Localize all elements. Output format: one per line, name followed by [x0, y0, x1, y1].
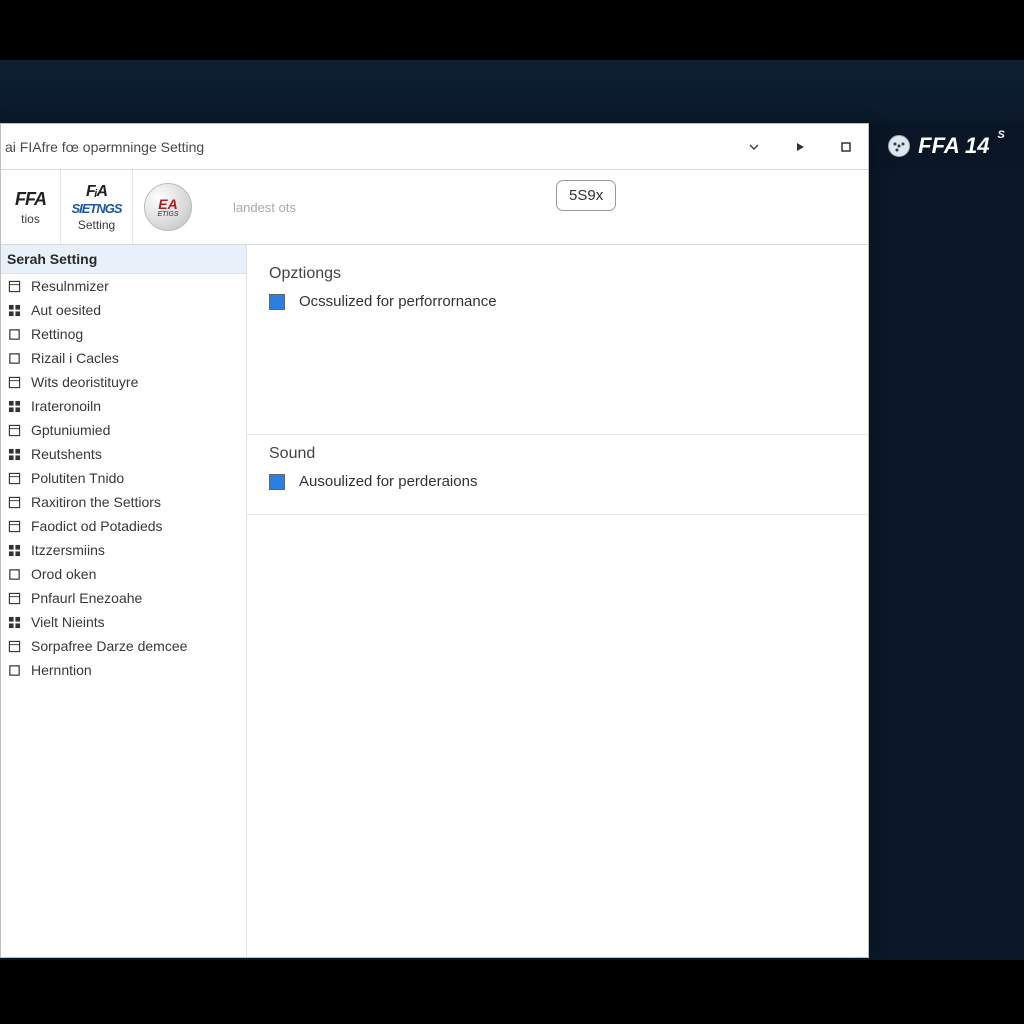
sidebar-item[interactable]: Itzzersmiins	[1, 538, 246, 562]
ea-logo-sub: ETIGS	[157, 211, 178, 218]
sidebar-item[interactable]: Pnfaurl Enezoahe	[1, 586, 246, 610]
checkbox-icon[interactable]	[269, 294, 285, 310]
sidebar-item[interactable]: Raxitiron the Settiors	[1, 490, 246, 514]
sidebar: Serah Setting Resulnmizer Aut oesited Rett…	[1, 245, 247, 957]
sidebar-item-label: Wits deoristituyre	[31, 372, 138, 392]
sidebar-item[interactable]: Gptuniumied	[1, 418, 246, 442]
sidebar-item-label: Aut oesited	[31, 300, 101, 320]
box-icon	[7, 279, 21, 293]
square-icon	[7, 567, 21, 581]
option-row[interactable]: Ausoulized for perderaions	[269, 473, 846, 490]
sidebar-item[interactable]: Polutiten Tnido	[1, 466, 246, 490]
sidebar-item[interactable]: Orod oken	[1, 562, 246, 586]
settings-window: ai FIAfre fœ opərmninge Setting FFA tios…	[0, 123, 869, 958]
ea-logo-text: EA	[157, 197, 178, 211]
square-icon	[7, 327, 21, 341]
sidebar-item-label: Rizail i Cacles	[31, 348, 119, 368]
box-icon	[7, 375, 21, 389]
sidebar-item[interactable]: Reutshents	[1, 442, 246, 466]
sidebar-item-label: Sorpafree Darze demcee	[31, 636, 187, 656]
header-tab-0[interactable]: FFA tios	[1, 170, 61, 244]
option-row[interactable]: Ocssulized for perforrornance	[269, 293, 846, 310]
section-options: Opztiongs Ocssulized for perforrornance	[247, 255, 868, 435]
header-tab-sub: tios	[21, 212, 40, 226]
sidebar-item-label: Itzzersmiins	[31, 540, 105, 560]
header-faint-label: landest ots	[233, 200, 296, 215]
grid-icon	[7, 447, 21, 461]
sidebar-item-label: Hernntion	[31, 660, 92, 680]
header-tab-big2: SIETNGS	[71, 201, 121, 216]
titlebar-maximize-button[interactable]	[832, 136, 860, 158]
sidebar-item-label: Reutshents	[31, 444, 102, 464]
titlebar-play-button[interactable]	[786, 136, 814, 158]
play-icon	[794, 141, 806, 153]
sidebar-item[interactable]: Vielt Nieints	[1, 610, 246, 634]
header-tab-sub: Setting	[78, 218, 115, 232]
sidebar-item[interactable]: Sorpafree Darze demcee	[1, 634, 246, 658]
header-right-area: landest ots	[203, 200, 868, 215]
header-tabs: FFA tios FᵢA SIETNGS Setting EA ETIGS la…	[1, 170, 868, 245]
box-icon	[7, 639, 21, 653]
sidebar-item[interactable]: Resulnmizer	[1, 274, 246, 298]
sidebar-item-label: Resulnmizer	[31, 276, 109, 296]
box-icon	[7, 591, 21, 605]
square-icon	[7, 351, 21, 365]
grid-icon	[7, 615, 21, 629]
header-tab-big: FFA	[15, 189, 46, 210]
sidebar-item[interactable]: Hernntion	[1, 658, 246, 682]
header-pill-value: 5S9x	[569, 187, 603, 204]
sidebar-item[interactable]: Irateronoiln	[1, 394, 246, 418]
square-icon	[7, 663, 21, 677]
window-titlebar: ai FIAfre fœ opərmninge Setting	[1, 124, 868, 170]
header-tab-1[interactable]: FᵢA SIETNGS Setting	[61, 170, 133, 244]
grid-icon	[7, 303, 21, 317]
grid-icon	[7, 399, 21, 413]
option-label: Ocssulized for perforrornance	[299, 293, 497, 310]
sidebar-item[interactable]: Rizail i Cacles	[1, 346, 246, 370]
brand-panel: FFA 14 S	[869, 123, 1024, 169]
main-panel: Opztiongs Ocssulized for perforrornance …	[247, 245, 868, 957]
ea-logo-icon: EA ETIGS	[144, 183, 192, 231]
sidebar-header[interactable]: Serah Setting	[1, 245, 246, 274]
header-pill[interactable]: 5S9x	[556, 180, 616, 211]
section-sound: Sound Ausoulized for perderaions	[247, 435, 868, 515]
brand-badge: S	[997, 129, 1004, 141]
sidebar-item[interactable]: Rettinog	[1, 322, 246, 346]
box-icon	[7, 423, 21, 437]
window-title: ai FIAfre fœ opərmninge Setting	[5, 139, 722, 155]
titlebar-dropdown-button[interactable]	[740, 136, 768, 158]
sidebar-item-label: Faodict od Potadieds	[31, 516, 163, 536]
header-tab-big: FᵢA	[86, 183, 107, 201]
sidebar-item-label: Orod oken	[31, 564, 96, 584]
sidebar-item-label: Pnfaurl Enezoahe	[31, 588, 142, 608]
checkbox-icon[interactable]	[269, 474, 285, 490]
sidebar-item-label: Irateronoiln	[31, 396, 101, 416]
header-tab-ea-logo[interactable]: EA ETIGS	[133, 170, 203, 244]
box-icon	[7, 519, 21, 533]
sidebar-item-label: Polutiten Tnido	[31, 468, 124, 488]
section-title: Opztiongs	[269, 265, 846, 283]
grid-icon	[7, 543, 21, 557]
section-title: Sound	[269, 445, 846, 463]
soccer-ball-icon	[888, 135, 910, 157]
maximize-icon	[840, 141, 852, 153]
sidebar-item-label: Gptuniumied	[31, 420, 110, 440]
sidebar-item[interactable]: Aut oesited	[1, 298, 246, 322]
chevron-down-icon	[748, 141, 760, 153]
backdrop: FFA 14 S ai FIAfre fœ opərmninge Setting…	[0, 60, 1024, 960]
box-icon	[7, 495, 21, 509]
dark-gradient-band	[0, 60, 1024, 120]
sidebar-item-label: Vielt Nieints	[31, 612, 105, 632]
box-icon	[7, 471, 21, 485]
brand-text: FFA 14	[918, 133, 989, 159]
sidebar-list: Resulnmizer Aut oesited Rettinog Rizail i C…	[1, 274, 246, 682]
sidebar-item[interactable]: Faodict od Potadieds	[1, 514, 246, 538]
option-label: Ausoulized for perderaions	[299, 473, 477, 490]
sidebar-item[interactable]: Wits deoristituyre	[1, 370, 246, 394]
sidebar-item-label: Raxitiron the Settiors	[31, 492, 161, 512]
sidebar-item-label: Rettinog	[31, 324, 83, 344]
body-row: Serah Setting Resulnmizer Aut oesited Rett…	[1, 245, 868, 957]
